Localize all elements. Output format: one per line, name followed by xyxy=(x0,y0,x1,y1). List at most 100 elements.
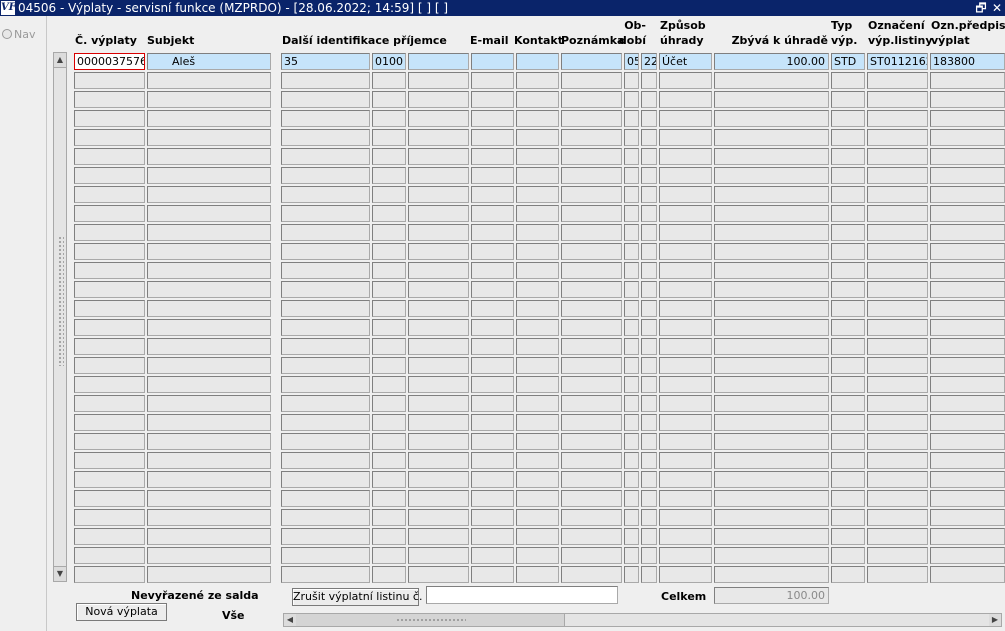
empty-cell[interactable] xyxy=(147,452,271,469)
empty-cell[interactable] xyxy=(147,357,271,374)
empty-cell[interactable] xyxy=(281,224,370,241)
empty-cell[interactable] xyxy=(516,376,559,393)
empty-cell[interactable] xyxy=(831,129,865,146)
empty-cell[interactable] xyxy=(281,509,370,526)
empty-cell[interactable] xyxy=(831,205,865,222)
empty-cell[interactable] xyxy=(147,490,271,507)
empty-cell[interactable] xyxy=(930,357,1005,374)
empty-cell[interactable] xyxy=(471,452,514,469)
cell-zbyva[interactable]: 100.00 xyxy=(714,53,829,70)
empty-cell[interactable] xyxy=(930,490,1005,507)
empty-cell[interactable] xyxy=(831,490,865,507)
empty-cell[interactable] xyxy=(831,338,865,355)
empty-cell[interactable] xyxy=(471,281,514,298)
empty-cell[interactable] xyxy=(561,243,622,260)
empty-cell[interactable] xyxy=(867,205,928,222)
empty-cell[interactable] xyxy=(659,566,712,583)
empty-cell[interactable] xyxy=(930,528,1005,545)
empty-cell[interactable] xyxy=(471,471,514,488)
empty-cell[interactable] xyxy=(408,129,469,146)
empty-cell[interactable] xyxy=(408,72,469,89)
empty-cell[interactable] xyxy=(372,110,406,127)
empty-cell[interactable] xyxy=(930,300,1005,317)
empty-cell[interactable] xyxy=(714,528,829,545)
empty-cell[interactable] xyxy=(659,91,712,108)
empty-cell[interactable] xyxy=(930,338,1005,355)
empty-cell[interactable] xyxy=(831,148,865,165)
empty-cell[interactable] xyxy=(930,167,1005,184)
cell-oznaceni[interactable]: ST0112162( xyxy=(867,53,928,70)
empty-cell[interactable] xyxy=(624,129,639,146)
empty-cell[interactable] xyxy=(281,243,370,260)
empty-cell[interactable] xyxy=(624,547,639,564)
empty-cell[interactable] xyxy=(641,243,657,260)
empty-cell[interactable] xyxy=(471,338,514,355)
empty-cell[interactable] xyxy=(561,110,622,127)
empty-cell[interactable] xyxy=(641,205,657,222)
empty-cell[interactable] xyxy=(516,262,559,279)
new-payment-button[interactable]: Nová výplata xyxy=(76,603,167,621)
empty-cell[interactable] xyxy=(930,262,1005,279)
empty-cell[interactable] xyxy=(372,148,406,165)
empty-cell[interactable] xyxy=(867,395,928,412)
empty-cell[interactable] xyxy=(641,338,657,355)
empty-cell[interactable] xyxy=(372,205,406,222)
empty-cell[interactable] xyxy=(930,547,1005,564)
empty-cell[interactable] xyxy=(147,186,271,203)
empty-cell[interactable] xyxy=(624,148,639,165)
empty-cell[interactable] xyxy=(471,566,514,583)
empty-cell[interactable] xyxy=(147,224,271,241)
empty-cell[interactable] xyxy=(408,395,469,412)
empty-cell[interactable] xyxy=(831,509,865,526)
empty-cell[interactable] xyxy=(372,338,406,355)
empty-cell[interactable] xyxy=(641,300,657,317)
empty-cell[interactable] xyxy=(281,433,370,450)
empty-cell[interactable] xyxy=(930,433,1005,450)
empty-cell[interactable] xyxy=(641,566,657,583)
empty-cell[interactable] xyxy=(659,224,712,241)
empty-cell[interactable] xyxy=(659,509,712,526)
empty-cell[interactable] xyxy=(831,281,865,298)
empty-cell[interactable] xyxy=(408,528,469,545)
empty-cell[interactable] xyxy=(561,452,622,469)
empty-cell[interactable] xyxy=(561,357,622,374)
empty-cell[interactable] xyxy=(714,566,829,583)
empty-cell[interactable] xyxy=(714,262,829,279)
cell-subjekt[interactable]: Aleš xyxy=(147,53,271,70)
empty-cell[interactable] xyxy=(74,224,145,241)
empty-cell[interactable] xyxy=(74,509,145,526)
empty-cell[interactable] xyxy=(408,376,469,393)
empty-cell[interactable] xyxy=(624,300,639,317)
empty-cell[interactable] xyxy=(471,414,514,431)
empty-cell[interactable] xyxy=(74,281,145,298)
empty-cell[interactable] xyxy=(281,471,370,488)
empty-cell[interactable] xyxy=(516,490,559,507)
empty-cell[interactable] xyxy=(714,547,829,564)
empty-cell[interactable] xyxy=(867,376,928,393)
empty-cell[interactable] xyxy=(147,110,271,127)
empty-cell[interactable] xyxy=(372,566,406,583)
empty-cell[interactable] xyxy=(471,148,514,165)
empty-cell[interactable] xyxy=(408,91,469,108)
empty-cell[interactable] xyxy=(471,224,514,241)
empty-cell[interactable] xyxy=(147,205,271,222)
empty-cell[interactable] xyxy=(281,376,370,393)
empty-cell[interactable] xyxy=(372,319,406,336)
empty-cell[interactable] xyxy=(471,319,514,336)
empty-cell[interactable] xyxy=(471,509,514,526)
empty-cell[interactable] xyxy=(281,338,370,355)
empty-cell[interactable] xyxy=(561,262,622,279)
empty-cell[interactable] xyxy=(561,281,622,298)
empty-cell[interactable] xyxy=(561,148,622,165)
empty-cell[interactable] xyxy=(408,490,469,507)
cell-obdobi_y[interactable]: 22 xyxy=(641,53,657,70)
empty-cell[interactable] xyxy=(561,338,622,355)
empty-cell[interactable] xyxy=(471,186,514,203)
empty-cell[interactable] xyxy=(471,243,514,260)
empty-cell[interactable] xyxy=(372,509,406,526)
empty-cell[interactable] xyxy=(408,357,469,374)
empty-cell[interactable] xyxy=(714,376,829,393)
empty-cell[interactable] xyxy=(281,395,370,412)
empty-cell[interactable] xyxy=(624,205,639,222)
empty-cell[interactable] xyxy=(516,547,559,564)
